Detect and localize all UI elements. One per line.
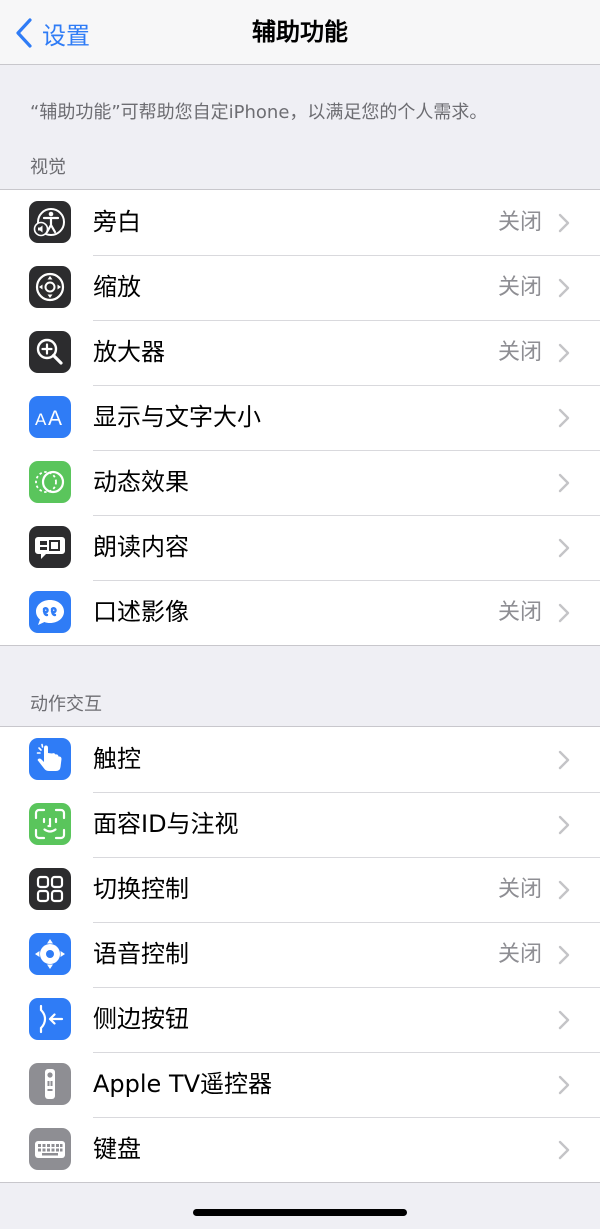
row-label: Apple TV遥控器 xyxy=(93,1070,273,1098)
chevron-right-icon xyxy=(558,538,570,558)
home-indicator xyxy=(193,1209,407,1216)
settings-row-magnifier[interactable]: 放大器 关闭 xyxy=(0,320,600,385)
settings-row-voice-control[interactable]: 语音控制 关闭 xyxy=(0,922,600,987)
chevron-right-icon xyxy=(558,213,570,233)
row-status-value: 关闭 xyxy=(497,340,542,365)
settings-row-voiceover[interactable]: 旁白 关闭 xyxy=(0,190,600,255)
voiceover-icon xyxy=(29,201,71,243)
settings-row-touch-hand[interactable]: 触控 xyxy=(0,727,600,792)
side-button-icon xyxy=(29,998,71,1040)
chevron-right-icon xyxy=(558,408,570,428)
row-label: 放大器 xyxy=(93,338,165,366)
row-label: 键盘 xyxy=(93,1135,141,1163)
row-label: 侧边按钮 xyxy=(93,1005,189,1033)
row-label: 面容ID与注视 xyxy=(93,810,239,838)
intro-text: “辅助功能”可帮助您自定iPhone，以满足您的个人需求。 xyxy=(30,102,488,123)
settings-row-apple-tv-remote[interactable]: Apple TV遥控器 xyxy=(0,1052,600,1117)
section-header-physical-motor: 动作交互 xyxy=(30,694,102,715)
zoom-icon xyxy=(29,266,71,308)
voice-control-icon xyxy=(29,933,71,975)
chevron-right-icon xyxy=(558,750,570,770)
row-label: 旁白 xyxy=(93,208,141,236)
settings-row-text-size[interactable]: A A 显示与文字大小 xyxy=(0,385,600,450)
row-label: 切换控制 xyxy=(93,875,189,903)
svg-text:A: A xyxy=(35,410,47,429)
page-title: 辅助功能 xyxy=(252,18,348,46)
motion-icon xyxy=(29,461,71,503)
settings-row-zoom[interactable]: 缩放 关闭 xyxy=(0,255,600,320)
text-size-icon: AA xyxy=(29,396,71,438)
keyboard-icon xyxy=(29,1128,71,1170)
navigation-bar: 设置 辅助功能 xyxy=(0,0,600,65)
face-id-icon xyxy=(29,803,71,845)
row-label: 显示与文字大小 xyxy=(93,403,261,431)
settings-row-switch-control[interactable]: 切换控制 关闭 xyxy=(0,857,600,922)
touch-hand-icon xyxy=(29,738,71,780)
chevron-right-icon xyxy=(558,278,570,298)
row-status-value: 关闭 xyxy=(497,942,542,967)
chevron-right-icon xyxy=(558,1010,570,1030)
switch-control-icon xyxy=(29,868,71,910)
row-label: 语音控制 xyxy=(93,940,189,968)
chevron-right-icon xyxy=(558,945,570,965)
row-status-value: 关闭 xyxy=(497,600,542,625)
chevron-right-icon xyxy=(558,343,570,363)
chevron-right-icon xyxy=(558,603,570,623)
settings-row-spoken-content[interactable]: 朗读内容 xyxy=(0,515,600,580)
section-header-vision: 视觉 xyxy=(30,157,66,178)
settings-row-audio-description[interactable]: 口述影像 关闭 xyxy=(0,580,600,645)
magnifier-icon xyxy=(29,331,71,373)
row-label: 触控 xyxy=(93,745,141,773)
vision-settings-group: 旁白 关闭 缩放 关闭 放大器 关闭 A A 显示与文字大小 动态效果 朗读内容 口述影像 关闭 xyxy=(0,189,600,646)
row-label: 朗读内容 xyxy=(93,533,189,561)
row-label: 缩放 xyxy=(93,273,141,301)
chevron-right-icon xyxy=(558,473,570,493)
settings-row-keyboard[interactable]: 键盘 xyxy=(0,1117,600,1182)
row-status-value: 关闭 xyxy=(497,275,542,300)
settings-row-motion[interactable]: 动态效果 xyxy=(0,450,600,515)
svg-text:A: A xyxy=(48,407,62,430)
audio-description-icon xyxy=(29,591,71,633)
chevron-right-icon xyxy=(558,1075,570,1095)
row-status-value: 关闭 xyxy=(497,210,542,235)
chevron-right-icon xyxy=(558,1140,570,1160)
row-label: 口述影像 xyxy=(93,598,189,626)
settings-row-side-button[interactable]: 侧边按钮 xyxy=(0,987,600,1052)
physical-motor-settings-group: 触控 面容ID与注视 切换控制 关闭 语音控制 关闭 侧边按钮 Apple TV遥控器 键盘 xyxy=(0,726,600,1183)
row-label: 动态效果 xyxy=(93,468,189,496)
row-status-value: 关闭 xyxy=(497,877,542,902)
spoken-content-icon xyxy=(29,526,71,568)
apple-tv-remote-icon xyxy=(29,1063,71,1105)
settings-row-face-id[interactable]: 面容ID与注视 xyxy=(0,792,600,857)
chevron-right-icon xyxy=(558,815,570,835)
chevron-right-icon xyxy=(558,880,570,900)
